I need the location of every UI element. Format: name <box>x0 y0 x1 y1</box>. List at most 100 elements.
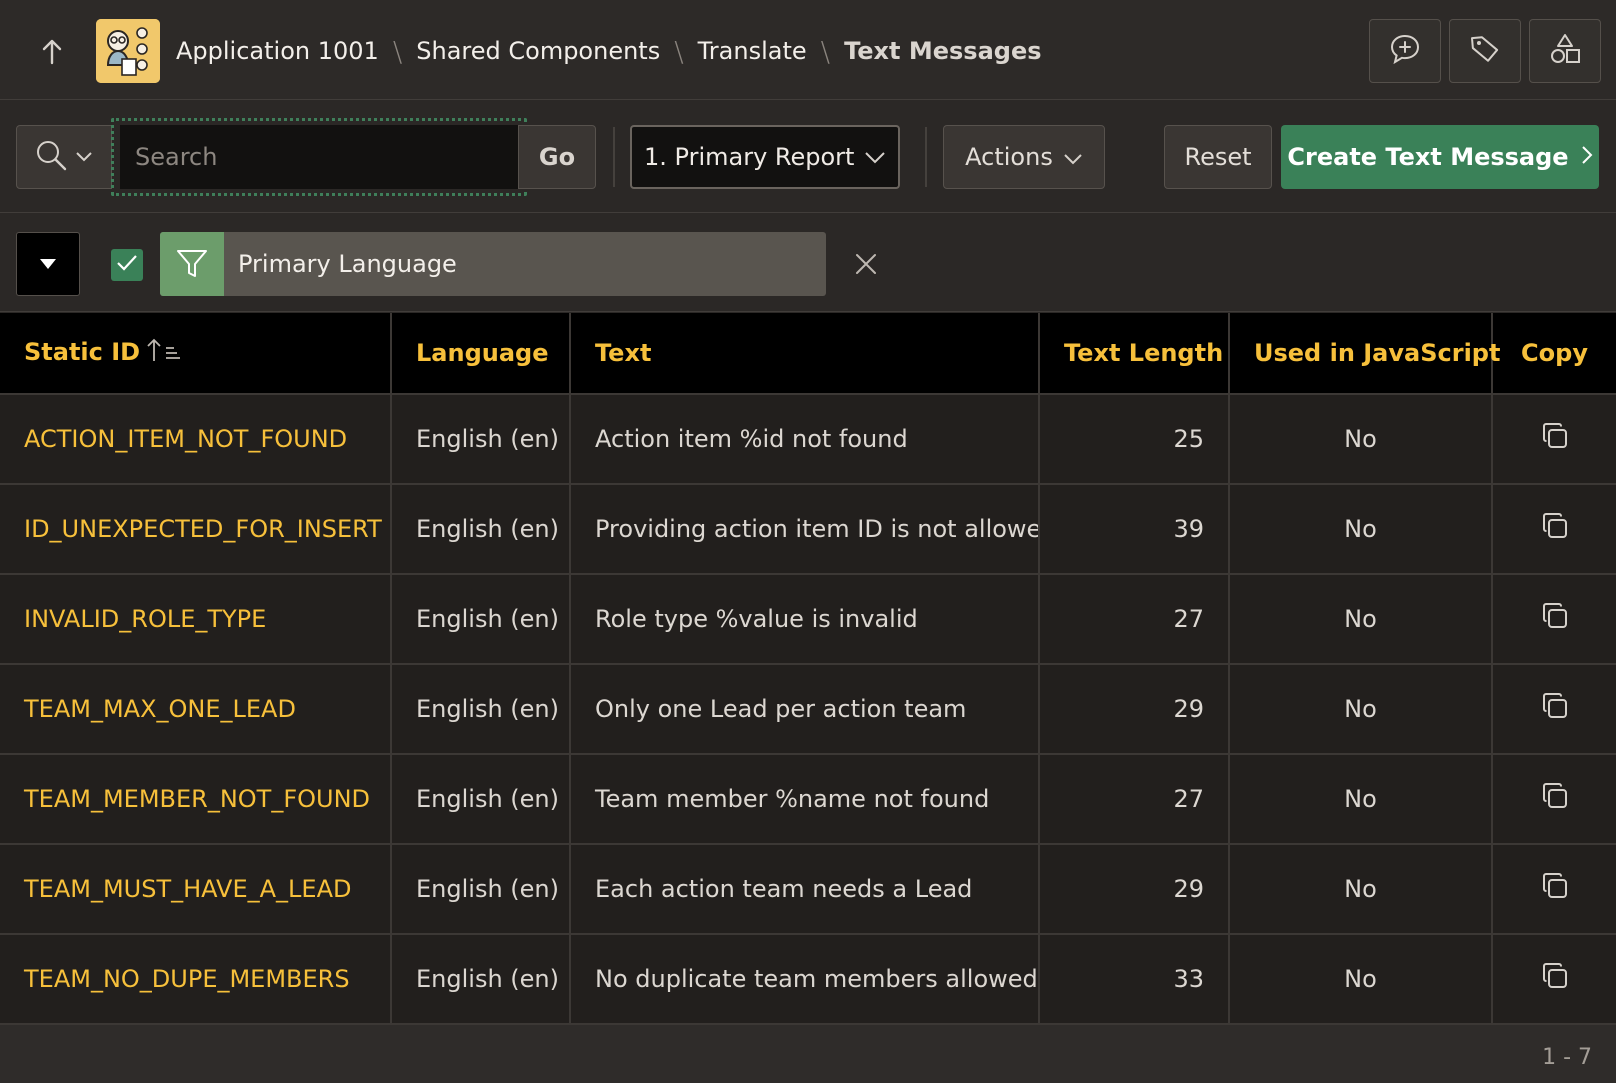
filter-label: Primary Language <box>238 250 457 278</box>
toolbar-divider <box>613 127 615 187</box>
column-header-text[interactable]: Text <box>570 313 1040 395</box>
column-header-copy[interactable]: Copy <box>1492 313 1616 395</box>
cell-used-in-javascript: No <box>1229 484 1493 575</box>
table-header-row: Static ID Language Text Text Length Used… <box>0 313 1616 395</box>
actions-menu-button[interactable]: Actions <box>943 125 1105 189</box>
cell-copy <box>1492 574 1616 665</box>
checkmark-icon <box>116 254 138 276</box>
text-messages-table: Static ID Language Text Text Length Used… <box>0 313 1616 1025</box>
arrow-up-icon[interactable] <box>30 30 74 74</box>
tag-button[interactable] <box>1449 19 1521 83</box>
cell-static-id: TEAM_MEMBER_NOT_FOUND <box>0 754 392 845</box>
breadcrumb-shared-components[interactable]: Shared Components <box>416 37 660 65</box>
table-row: INVALID_ROLE_TYPE English (en) Role type %… <box>0 574 1616 665</box>
cell-language: English (en) <box>391 394 571 485</box>
column-header-language[interactable]: Language <box>391 313 571 395</box>
collapse-filters-button[interactable] <box>16 232 80 296</box>
feedback-button[interactable] <box>1369 19 1441 83</box>
cell-copy <box>1492 844 1616 935</box>
column-header-label: Static ID <box>24 338 141 366</box>
cell-used-in-javascript: No <box>1229 844 1493 935</box>
copy-icon[interactable] <box>1540 781 1570 817</box>
breadcrumb-translate[interactable]: Translate <box>698 37 807 65</box>
cell-text-length: 25 <box>1039 394 1230 485</box>
filter-bar: Primary Language <box>0 214 1616 312</box>
cell-text-length: 29 <box>1039 664 1230 755</box>
copy-icon[interactable] <box>1540 871 1570 907</box>
report-select-value: 1. Primary Report <box>644 143 855 171</box>
static-id-link[interactable]: INVALID_ROLE_TYPE <box>24 605 266 633</box>
create-text-message-button[interactable]: Create Text Message <box>1281 125 1599 189</box>
static-id-link[interactable]: TEAM_MEMBER_NOT_FOUND <box>24 785 370 813</box>
create-label: Create Text Message <box>1287 143 1569 171</box>
cell-used-in-javascript: No <box>1229 934 1493 1025</box>
cell-static-id: INVALID_ROLE_TYPE <box>0 574 392 665</box>
cell-text: Each action team needs a Lead <box>570 844 1040 935</box>
report-select[interactable]: 1. Primary Report <box>630 125 900 189</box>
table-row: TEAM_NO_DUPE_MEMBERS English (en) No dupli… <box>0 934 1616 1025</box>
search-column-selector[interactable] <box>16 125 112 189</box>
breadcrumb-separator: \ <box>820 34 831 68</box>
table-row: TEAM_MUST_HAVE_A_LEAD English (en) Each ac… <box>0 844 1616 935</box>
close-icon[interactable] <box>848 246 884 282</box>
app-header: Application 1001 \ Shared Components \ T… <box>0 0 1616 100</box>
filter-enabled-checkbox[interactable] <box>111 249 143 281</box>
cell-static-id: TEAM_MAX_ONE_LEAD <box>0 664 392 755</box>
search-input[interactable] <box>120 125 518 189</box>
cell-language: English (en) <box>391 754 571 845</box>
column-header-static-id[interactable]: Static ID <box>0 313 392 395</box>
static-id-link[interactable]: ACTION_ITEM_NOT_FOUND <box>24 425 347 453</box>
copy-icon[interactable] <box>1540 601 1570 637</box>
table-row: ACTION_ITEM_NOT_FOUND English (en) Action … <box>0 394 1616 485</box>
cell-static-id: TEAM_MUST_HAVE_A_LEAD <box>0 844 392 935</box>
pagination-range: 1 - 7 <box>1542 1045 1592 1070</box>
sort-ascending-icon <box>146 337 182 369</box>
column-header-used-in-javascript[interactable]: Used in JavaScript <box>1229 313 1500 395</box>
breadcrumb-separator: \ <box>674 34 684 68</box>
breadcrumb-application[interactable]: Application 1001 <box>176 37 379 65</box>
cell-text-length: 33 <box>1039 934 1230 1025</box>
shapes-icon <box>1548 32 1582 70</box>
cell-language: English (en) <box>391 934 571 1025</box>
cell-text-length: 27 <box>1039 754 1230 845</box>
cell-text: No duplicate team members allowed <box>570 934 1040 1025</box>
filter-chip[interactable]: Primary Language <box>160 232 826 296</box>
shapes-button[interactable] <box>1529 19 1601 83</box>
static-id-link[interactable]: TEAM_MAX_ONE_LEAD <box>24 695 296 723</box>
cell-language: English (en) <box>391 484 571 575</box>
static-id-link[interactable]: TEAM_MUST_HAVE_A_LEAD <box>24 875 351 903</box>
cell-language: English (en) <box>391 844 571 935</box>
cell-copy <box>1492 394 1616 485</box>
cell-text-length: 29 <box>1039 844 1230 935</box>
cell-language: English (en) <box>391 574 571 665</box>
copy-icon[interactable] <box>1540 691 1570 727</box>
feedback-icon <box>1388 32 1422 70</box>
breadcrumb: Application 1001 \ Shared Components \ T… <box>176 28 1042 74</box>
cell-static-id: TEAM_NO_DUPE_MEMBERS <box>0 934 392 1025</box>
reset-button[interactable]: Reset <box>1164 125 1272 189</box>
cell-text: Role type %value is invalid <box>570 574 1040 665</box>
breadcrumb-separator: \ <box>392 34 403 68</box>
table-row: TEAM_MAX_ONE_LEAD English (en) Only one Le… <box>0 664 1616 755</box>
report-footer: 1 - 7 <box>0 1025 1616 1083</box>
cell-copy <box>1492 664 1616 755</box>
cell-static-id: ID_UNEXPECTED_FOR_INSERT <box>0 484 392 575</box>
static-id-link[interactable]: ID_UNEXPECTED_FOR_INSERT <box>24 515 382 543</box>
static-id-link[interactable]: TEAM_NO_DUPE_MEMBERS <box>24 965 350 993</box>
cell-used-in-javascript: No <box>1229 754 1493 845</box>
chevron-down-icon <box>864 143 886 171</box>
app-logo <box>96 19 160 83</box>
cell-copy <box>1492 754 1616 845</box>
cell-text: Action item %id not found <box>570 394 1040 485</box>
cell-text: Only one Lead per action team <box>570 664 1040 755</box>
chevron-down-icon <box>75 148 93 167</box>
toolbar-divider <box>925 127 927 187</box>
funnel-icon <box>160 232 224 296</box>
copy-icon[interactable] <box>1540 961 1570 997</box>
cell-copy <box>1492 934 1616 1025</box>
search-icon <box>35 139 67 175</box>
column-header-text-length[interactable]: Text Length <box>1039 313 1230 395</box>
copy-icon[interactable] <box>1540 511 1570 547</box>
go-button[interactable]: Go <box>518 125 596 189</box>
copy-icon[interactable] <box>1540 421 1570 457</box>
